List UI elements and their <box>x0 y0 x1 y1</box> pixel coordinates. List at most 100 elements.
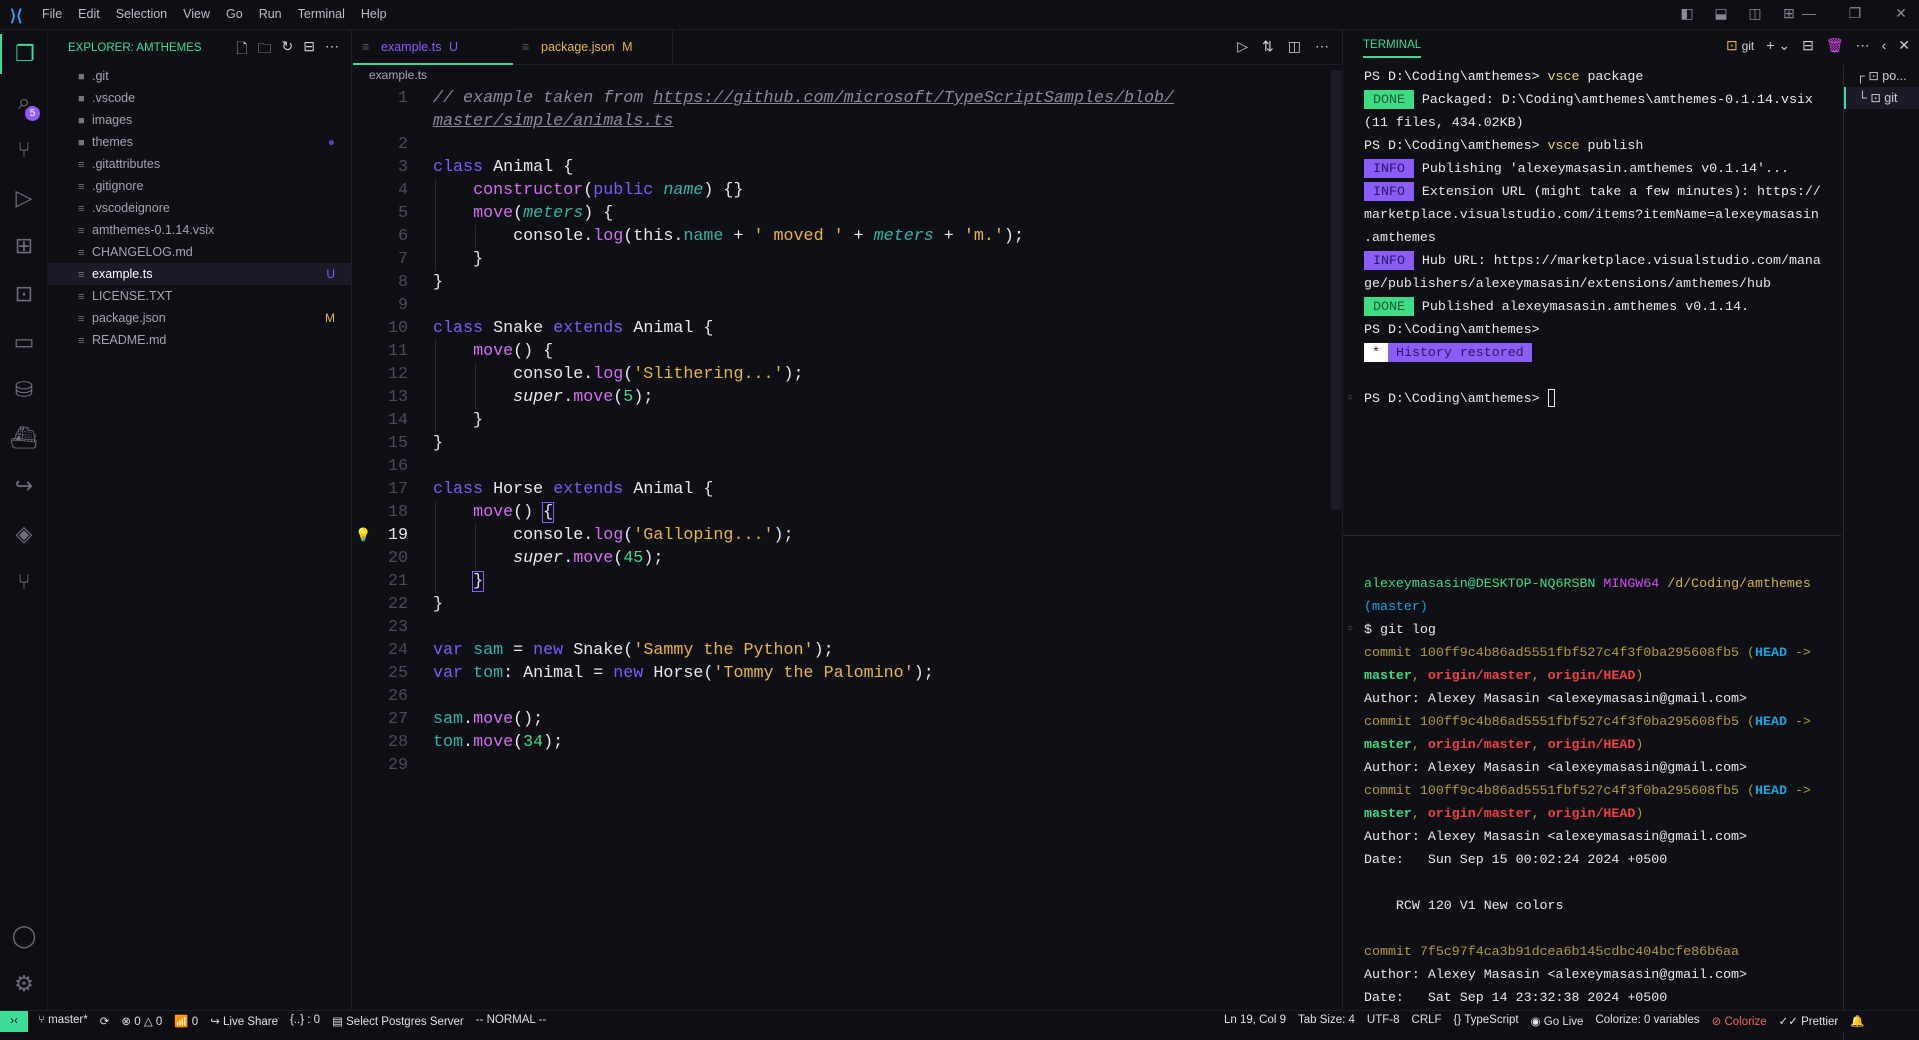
code-line[interactable]: 11 move() { <box>353 340 1328 363</box>
code-line[interactable]: 4 constructor(public name) {} <box>353 179 1328 202</box>
run-icon[interactable]: ▷ <box>1237 38 1248 55</box>
go-live[interactable]: ◉ Go Live <box>1531 1014 1584 1028</box>
code-line[interactable]: 6 console.log(this.name + ' moved ' + me… <box>353 225 1328 248</box>
language-mode[interactable]: {} TypeScript <box>1454 1014 1519 1028</box>
code-line[interactable]: 3 class Animal { <box>353 156 1328 179</box>
tree-item--git[interactable]: ■ .git <box>48 65 351 87</box>
branch-status[interactable]: ⑂ master* <box>38 1014 88 1028</box>
kill-terminal-icon[interactable]: 🗑 <box>1826 37 1844 54</box>
pane-divider[interactable] <box>1343 535 1841 536</box>
accounts-icon[interactable]: ◯ <box>0 916 48 956</box>
variables-status[interactable]: {..} : 0 <box>290 1014 320 1028</box>
menu-run[interactable]: Run <box>259 7 282 21</box>
tab-size[interactable]: Tab Size: 4 <box>1298 1014 1355 1028</box>
code-line[interactable]: 13 super.move(5); <box>353 386 1328 409</box>
menu-terminal[interactable]: Terminal <box>298 7 345 21</box>
colorize-toggle[interactable]: ⊘ Colorize <box>1712 1014 1767 1028</box>
collapse-all-icon[interactable]: ⊟ <box>303 38 315 62</box>
code-line[interactable]: 24 var sam = new Snake('Sammy the Python'… <box>353 639 1328 662</box>
menu-selection[interactable]: Selection <box>116 7 167 21</box>
code-line[interactable]: 22} <box>353 593 1328 616</box>
code-line[interactable]: 23 <box>353 616 1328 639</box>
ports-status[interactable]: 📶 0 <box>174 1014 198 1028</box>
code-line[interactable]: 16 <box>353 455 1328 478</box>
code-line[interactable]: 8} <box>353 271 1328 294</box>
breadcrumb[interactable]: example.ts <box>369 68 427 82</box>
tree-item--vscodeignore[interactable]: ≡ .vscodeignore <box>48 197 351 219</box>
code-line[interactable]: 17 class Horse extends Animal { <box>353 478 1328 501</box>
close-window-icon[interactable]: ✕ <box>1878 5 1919 22</box>
live-share-icon[interactable]: ↪ <box>0 466 48 506</box>
tab-terminal[interactable]: TERMINAL <box>1363 39 1422 58</box>
tree-item-readme-md[interactable]: ≡ README.md <box>48 329 351 351</box>
tree-item--gitignore[interactable]: ≡ .gitignore <box>48 175 351 197</box>
menu-go[interactable]: Go <box>226 7 243 21</box>
gitlens-icon[interactable]: ◈ <box>0 514 48 554</box>
menu-file[interactable]: File <box>42 7 62 21</box>
code-line[interactable]: 5 move(meters) { <box>353 202 1328 225</box>
chevron-left-icon[interactable]: ‹ <box>1882 37 1887 54</box>
terminal-list-item-git[interactable]: └ ⊡ git <box>1844 87 1919 109</box>
extensions-icon[interactable]: ⊞ <box>0 226 48 266</box>
close-panel-icon[interactable]: ✕ <box>1898 37 1910 54</box>
line-ending[interactable]: CRLF <box>1412 1014 1442 1028</box>
tree-item-example-ts[interactable]: ≡ example.ts U <box>48 263 351 285</box>
code-line[interactable]: 27 sam.move(); <box>353 708 1328 731</box>
postgres-status[interactable]: ▤ Select Postgres Server <box>332 1014 464 1028</box>
tree-item-license-txt[interactable]: ≡ LICENSE.TXT <box>48 285 351 307</box>
minimize-icon[interactable]: — <box>1786 5 1832 22</box>
code-line[interactable]: master/simple/animals.ts <box>353 110 1328 133</box>
terminal-shell-icon[interactable]: ⊡ git <box>1726 37 1754 54</box>
tree-item--gitattributes[interactable]: ≡ .gitattributes <box>48 153 351 175</box>
tab-example-ts[interactable]: ≡ example.ts U <box>353 30 513 65</box>
terminal-pane-git[interactable]: alexeymasasin@DESKTOP-NQ6RSBN MINGW64 /d… <box>1343 572 1841 1010</box>
new-file-icon[interactable]: 🗋 <box>236 38 247 62</box>
live-share-status[interactable]: ↪ Live Share <box>210 1014 278 1028</box>
code-line[interactable]: 15} <box>353 432 1328 455</box>
toggle-primary-sidebar-icon[interactable]: ◧ <box>1670 5 1704 22</box>
code-line[interactable]: 2 <box>353 133 1328 156</box>
code-line[interactable]: 7 } <box>353 248 1328 271</box>
more-actions-icon[interactable]: ⋯ <box>325 38 339 62</box>
code-line[interactable]: 1 // example taken from https://github.co… <box>353 87 1328 110</box>
explorer-icon[interactable]: ❐ <box>0 34 48 74</box>
code-line[interactable]: 9 <box>353 294 1328 317</box>
code-line[interactable]: 14 } <box>353 409 1328 432</box>
prettier-status[interactable]: ✓✓ Prettier <box>1779 1014 1839 1028</box>
menu-help[interactable]: Help <box>361 7 387 21</box>
code-line[interactable]: 20 super.move(45); <box>353 547 1328 570</box>
tree-item-amthemes-0-1-14-vsix[interactable]: ≡ amthemes-0.1.14.vsix <box>48 219 351 241</box>
split-terminal-icon[interactable]: ⊟ <box>1802 37 1814 54</box>
tree-item-package-json[interactable]: ≡ package.json M <box>48 307 351 329</box>
new-folder-icon[interactable]: 🗀 <box>258 38 272 62</box>
bell-icon[interactable]: 🔔 <box>1850 1014 1864 1028</box>
database-icon[interactable]: ⛁ <box>0 370 48 410</box>
remote-indicator-icon[interactable]: ›‹ <box>0 1011 28 1032</box>
terminal-pane-powershell[interactable]: PS D:\Coding\amthemes> vsce package DONE P… <box>1343 65 1841 535</box>
editor-scrollbar[interactable] <box>1331 70 1341 510</box>
project-manager-icon[interactable]: ▭ <box>0 322 48 362</box>
split-editor-icon[interactable]: ◫ <box>1288 38 1301 55</box>
code-line[interactable]: 21 } <box>353 570 1328 593</box>
manage-gear-icon[interactable]: ⚙ <box>0 964 48 1004</box>
toggle-panel-icon[interactable]: ⬓ <box>1704 5 1738 22</box>
colorize-variables[interactable]: Colorize: 0 variables <box>1595 1014 1699 1028</box>
code-editor[interactable]: 1 // example taken from https://github.co… <box>353 87 1328 777</box>
code-line[interactable]: 29 <box>353 754 1328 777</box>
menu-edit[interactable]: Edit <box>78 7 100 21</box>
search-icon[interactable]: ⌕ 5 <box>0 82 48 122</box>
toggle-secondary-sidebar-icon[interactable]: ◫ <box>1738 5 1772 22</box>
code-line[interactable]: 25 var tom: Animal = new Horse('Tommy the… <box>353 662 1328 685</box>
sync-icon[interactable]: ⟳ <box>100 1014 110 1028</box>
tab-package-json[interactable]: ≡ package.json M <box>513 30 673 65</box>
restore-icon[interactable]: ❐ <box>1832 5 1878 22</box>
menu-view[interactable]: View <box>183 7 210 21</box>
cursor-position[interactable]: Ln 19, Col 9 <box>1224 1014 1286 1028</box>
code-line[interactable]: 28 tom.move(34); <box>353 731 1328 754</box>
encoding[interactable]: UTF-8 <box>1367 1014 1400 1028</box>
new-terminal-icon[interactable]: + ⌄ <box>1766 37 1790 54</box>
code-line[interactable]: 26 <box>353 685 1328 708</box>
run-debug-icon[interactable]: ▷ <box>0 178 48 218</box>
tree-item-images[interactable]: ■ images <box>48 109 351 131</box>
code-line[interactable]: 18 move() { <box>353 501 1328 524</box>
